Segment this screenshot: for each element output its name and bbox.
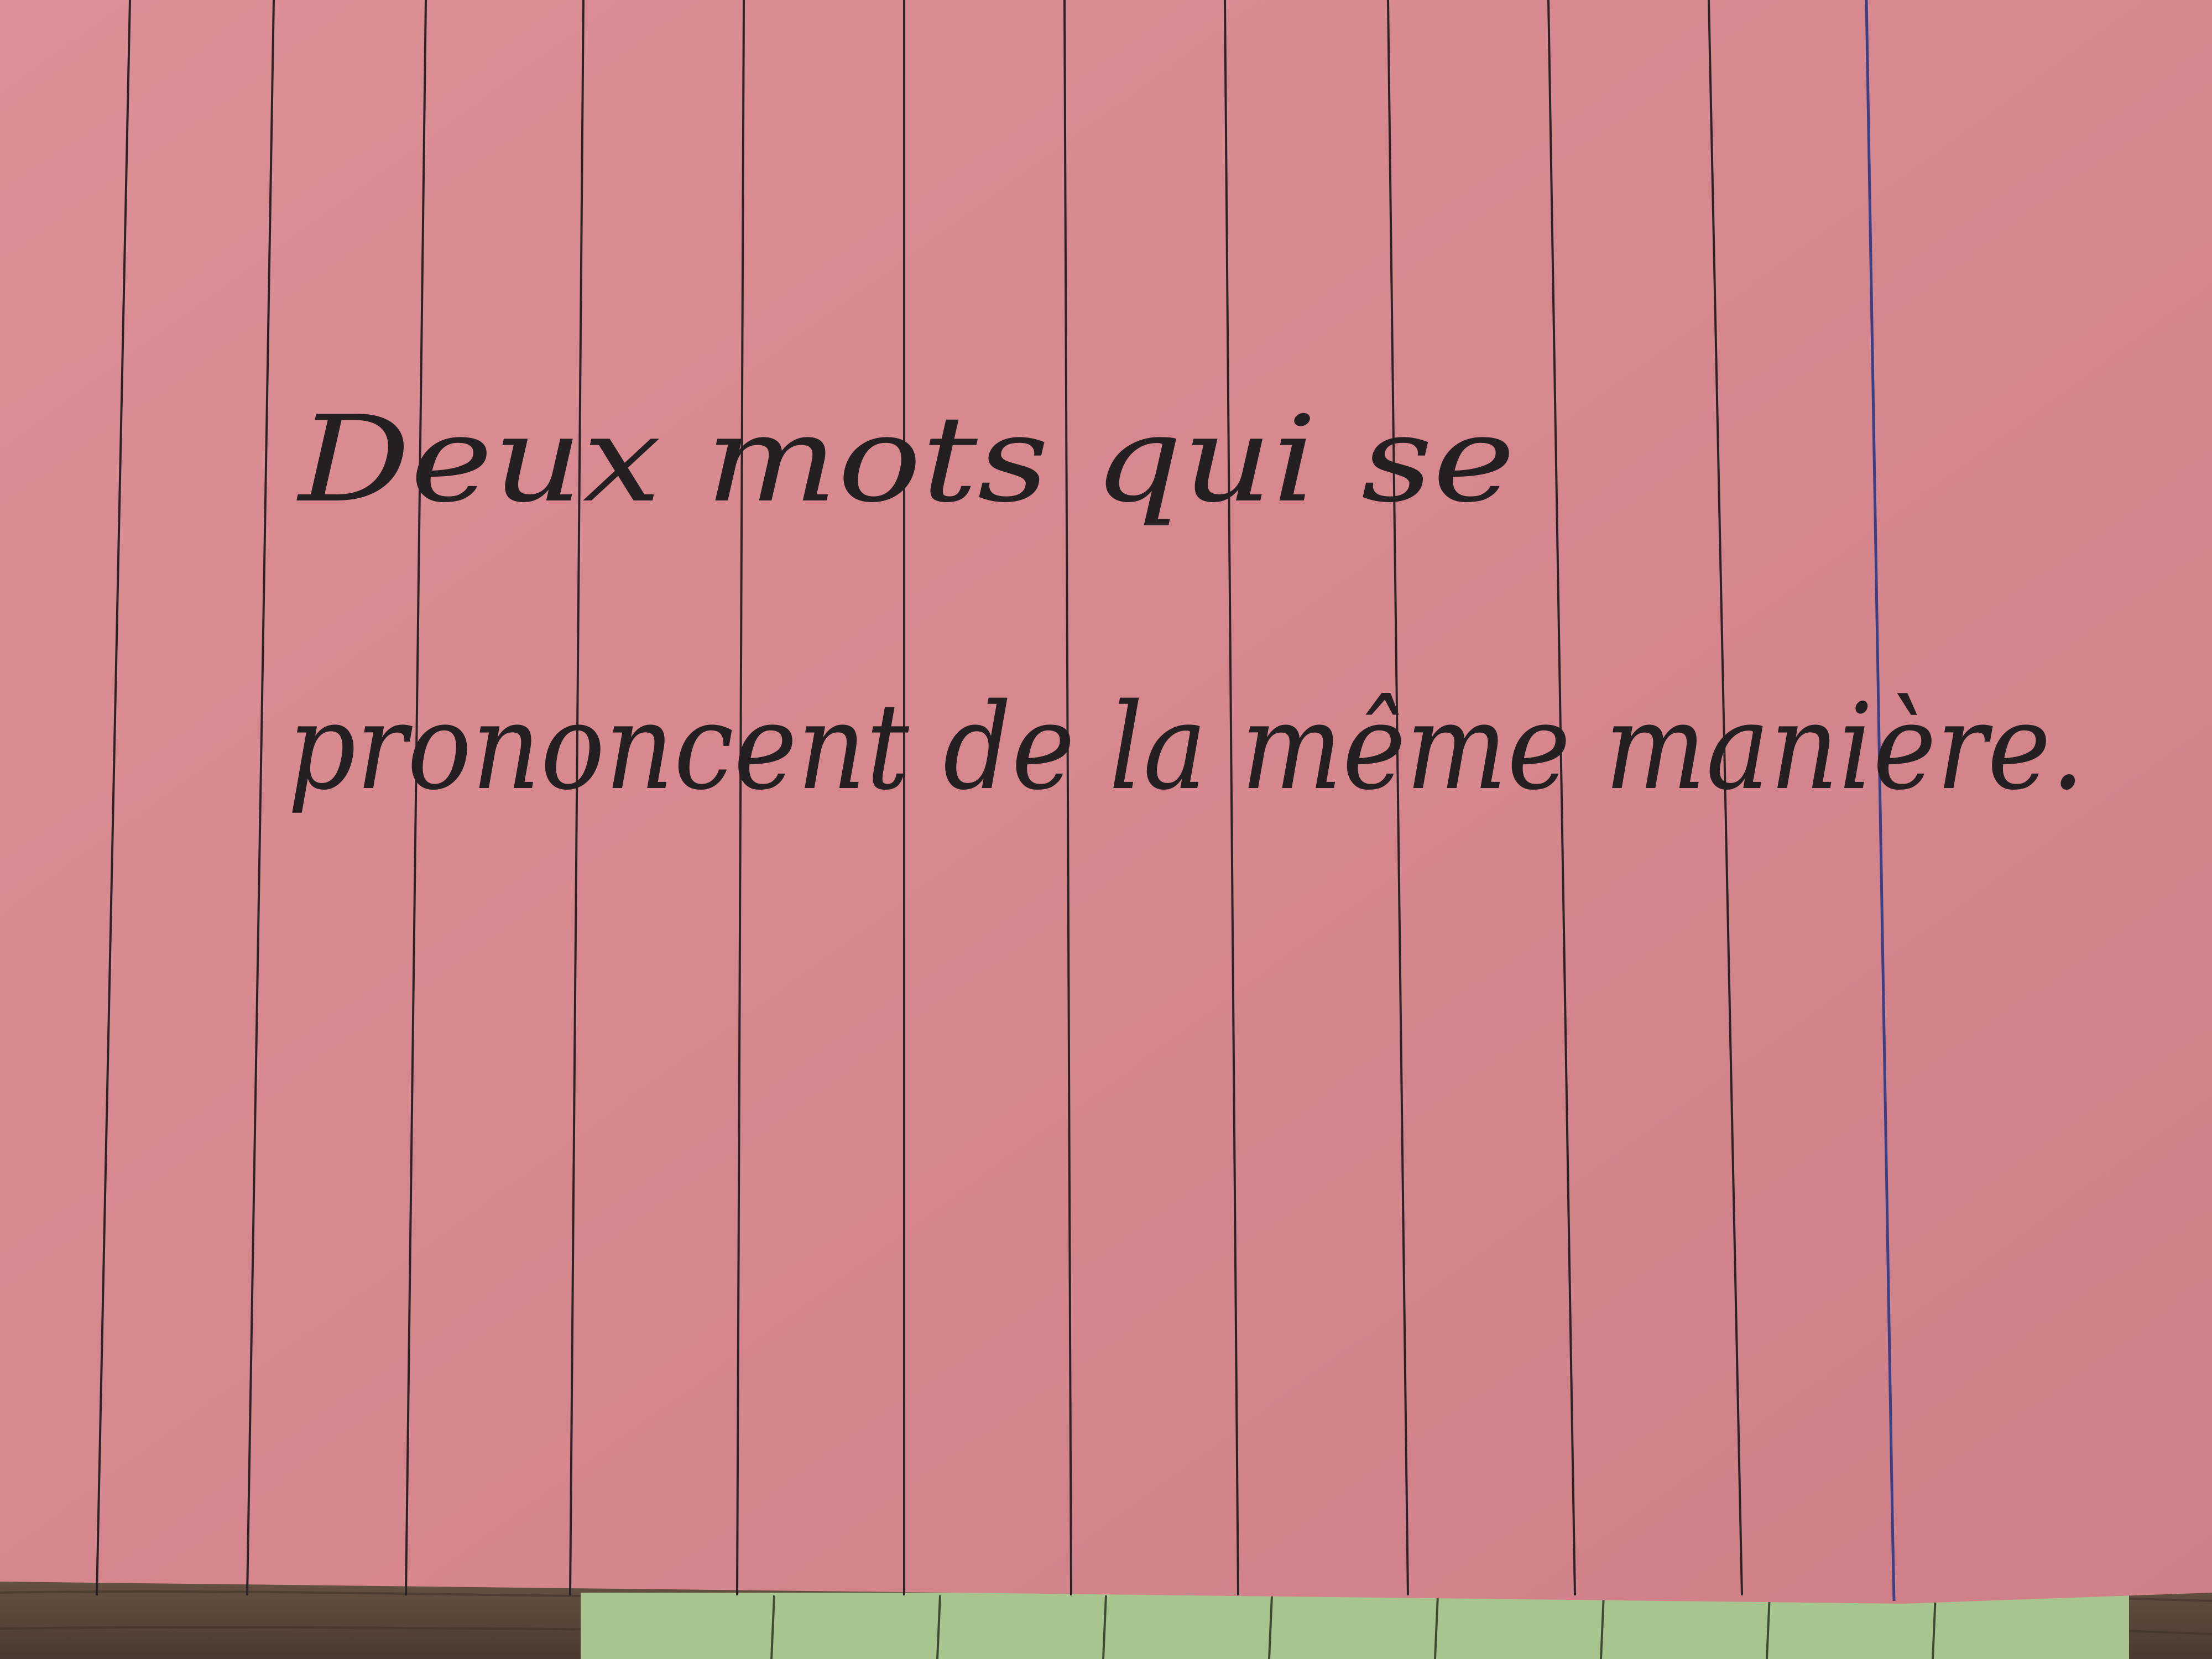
handwritten-line-2: prononcent de la même manière.: [288, 677, 2085, 816]
photo-canvas: Deux mots qui se prononcent de la même m…: [0, 0, 2212, 1659]
photo-scene: Deux mots qui se prononcent de la même m…: [0, 0, 2212, 1659]
handwritten-line-1: Deux mots qui se: [296, 390, 1515, 529]
